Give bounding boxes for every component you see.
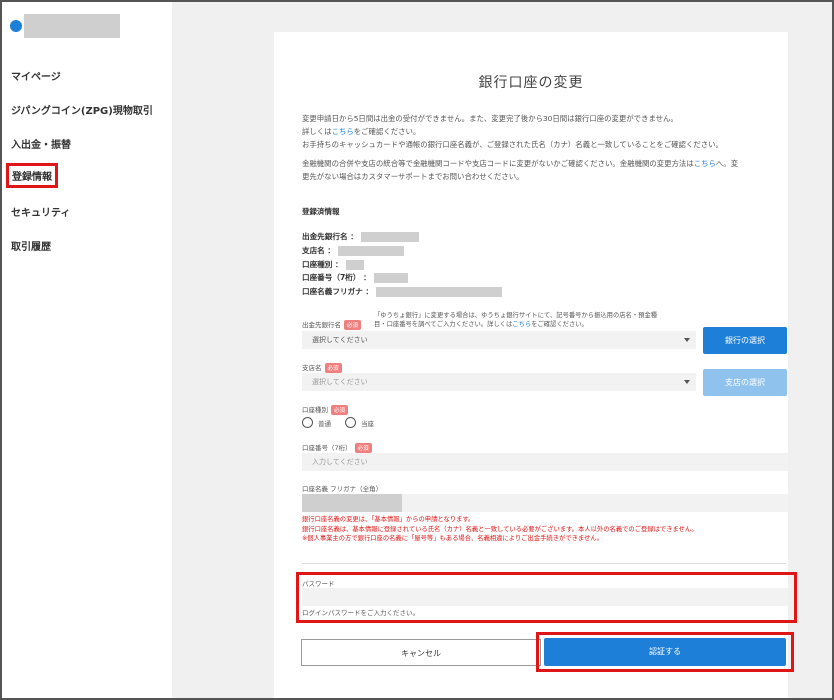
details-link[interactable]: こちら	[332, 127, 354, 136]
cancel-button[interactable]: キャンセル	[301, 639, 541, 666]
sidebar-item-history[interactable]: 取引履歴	[11, 238, 51, 253]
notice-text: 金融機関の合併や支店の統合等で金融機関コードや支店コードに変更がないかご確認くだ…	[302, 159, 739, 168]
page-title: 銀行口座の変更	[478, 75, 584, 91]
redacted-value	[360, 231, 419, 242]
bank-change-card: 銀行口座の変更 変更申請日から5日間は出金の受付ができません。また、変更完了後か…	[274, 32, 797, 698]
sidebar-item-deposit-withdraw[interactable]: 入出金・振替	[11, 136, 71, 151]
redacted-value	[376, 286, 502, 297]
redacted-username	[24, 14, 120, 38]
notice-text: 詳しくはこちらをご確認ください。	[302, 127, 421, 136]
branch-select[interactable]: 選択してください	[302, 373, 696, 391]
sidebar-item-security[interactable]: セキュリティ	[11, 204, 70, 219]
redacted-value	[338, 245, 405, 256]
registered-account-type: 口座種別 ：	[302, 259, 364, 270]
chevron-down-icon	[684, 380, 690, 384]
redacted-value	[373, 272, 408, 283]
divider	[302, 563, 786, 564]
radio-current-label: 当座	[361, 419, 374, 428]
registered-account-holder: 口座名義フリガナ ：	[302, 286, 502, 297]
redacted-value	[345, 259, 364, 270]
radio-ordinary-label: 普通	[318, 419, 331, 428]
browser-frame: マイページ ジパングコイン(ZPG)現物取引 入出金・振替 登録情報 セキュリテ…	[0, 0, 834, 700]
radio-current[interactable]	[345, 417, 356, 428]
required-badge: 必須	[324, 363, 342, 373]
select-bank-button[interactable]: 銀行の選択	[703, 327, 787, 354]
password-label: パスワード	[302, 580, 335, 588]
account-type-label: 口座種別 必須	[302, 404, 349, 415]
holder-warnings: 銀行口座名義の変更は、「基本情報」からの申請となります。 銀行口座名義は、基本情…	[302, 516, 698, 542]
account-number-label: 口座番号（7桁） 必須	[302, 442, 372, 453]
radio-ordinary[interactable]	[302, 417, 313, 428]
submit-button[interactable]: 認証する	[544, 638, 786, 666]
required-badge: 必須	[331, 405, 349, 415]
sidebar-item-registration[interactable]: 登録情報	[6, 163, 58, 188]
registered-info-heading: 登録済情報	[302, 207, 340, 216]
bank-select[interactable]: 選択してください	[302, 331, 696, 349]
account-holder-input[interactable]	[302, 494, 788, 512]
password-hint: ログインパスワードをご入力ください。	[302, 609, 419, 617]
redacted-value	[302, 494, 402, 512]
account-holder-label: 口座名義 フリガナ（全角）	[302, 485, 383, 493]
logo	[10, 14, 120, 38]
notice-block-1: 変更申請日から5日間は出金の受付ができません。また、変更完了後から30日間は銀行…	[302, 112, 772, 151]
chevron-down-icon	[684, 338, 690, 342]
sidebar-item-zpg-trade[interactable]: ジパングコイン(ZPG)現物取引	[11, 102, 153, 117]
branch-field-label: 支店名 必須	[302, 362, 342, 373]
account-type-radios: 普通 当座	[302, 417, 374, 428]
notice-text: 更先がない場合はカスタマーサポートまでお問い合わせください。	[302, 172, 524, 181]
change-method-link[interactable]: こちら	[694, 159, 716, 168]
select-branch-button[interactable]: 支店の選択	[703, 369, 787, 396]
password-input[interactable]	[302, 588, 788, 606]
notice-text: 変更申請日から5日間は出金の受付ができません。また、変更完了後から30日間は銀行…	[302, 114, 678, 123]
required-badge: 必須	[344, 320, 362, 330]
registered-account-number: 口座番号（7桁） ：	[302, 272, 408, 283]
sidebar: マイページ ジパングコイン(ZPG)現物取引 入出金・振替 登録情報 セキュリテ…	[2, 2, 172, 698]
account-number-input[interactable]: 入力してください	[302, 453, 788, 471]
sidebar-item-mypage[interactable]: マイページ	[11, 68, 61, 83]
required-badge: 必須	[354, 443, 372, 453]
registered-branch-name: 支店名 ：	[302, 245, 405, 256]
notice-text: お手持ちのキャッシュカードや通帳の銀行口座名義が、ご登録された氏名（カナ）名義と…	[302, 140, 723, 149]
yucho-details-link[interactable]: こちら	[512, 321, 531, 328]
bank-field-label: 出金先銀行名 必須	[302, 319, 362, 330]
user-icon	[10, 20, 22, 32]
registered-bank-name: 出金先銀行名 ：	[302, 231, 419, 242]
notice-block-2: 金融機関の合併や支店の統合等で金融機関コードや支店コードに変更がないかご確認くだ…	[302, 157, 772, 183]
